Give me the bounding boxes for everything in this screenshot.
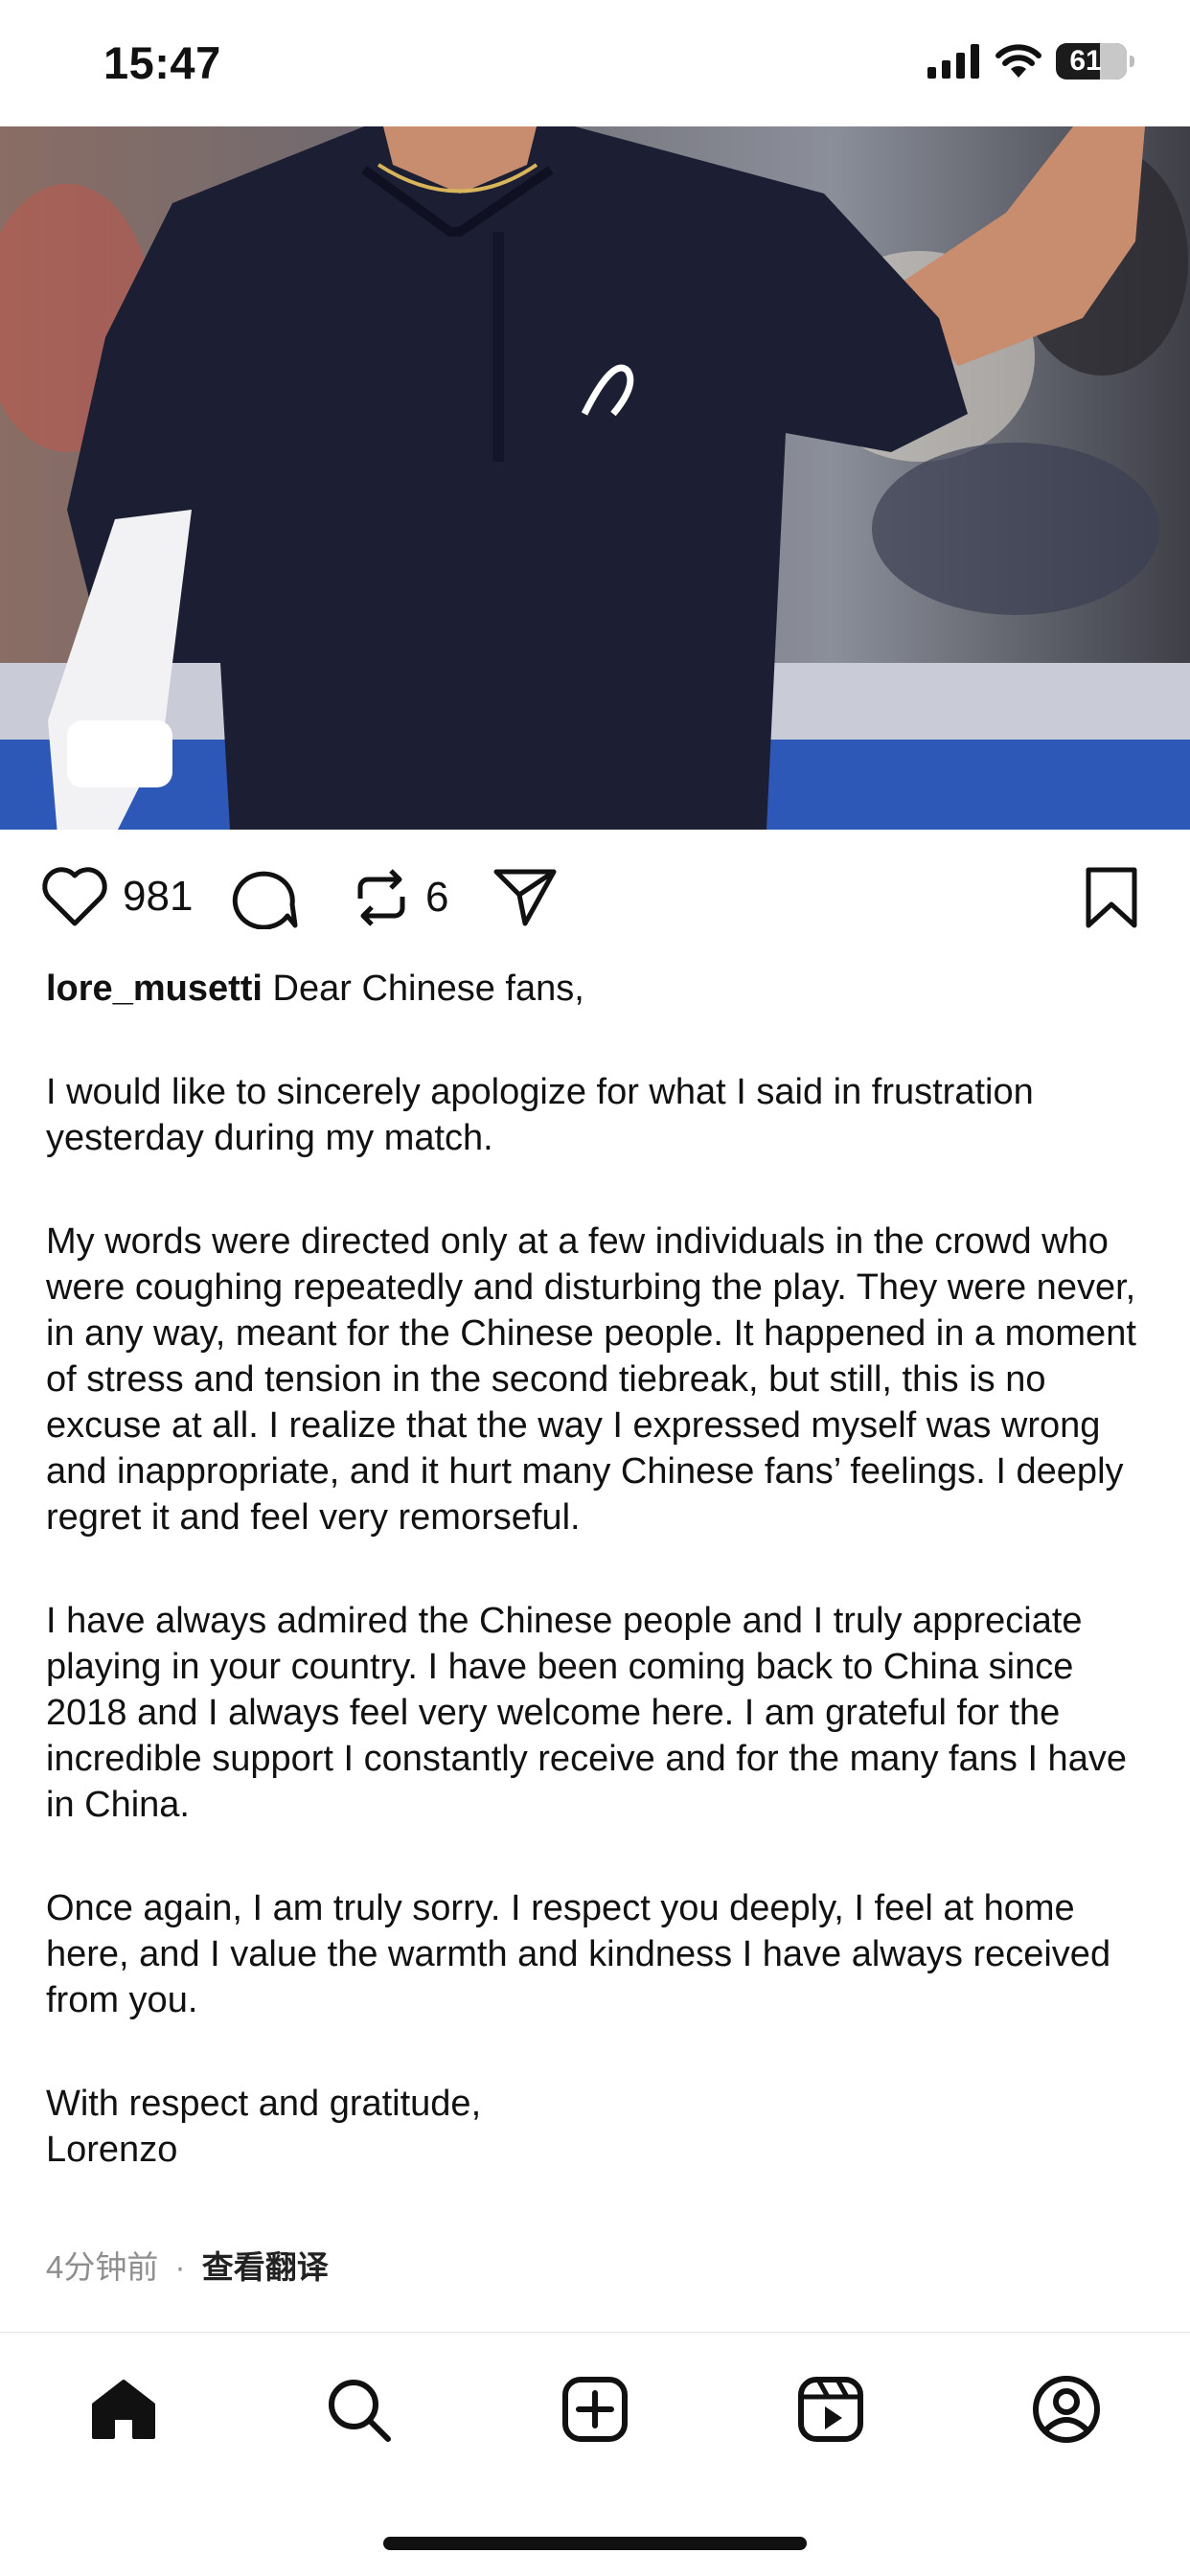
home-icon	[92, 2380, 155, 2439]
post-caption: lore_musetti Dear Chinese fans, I would …	[46, 966, 1148, 2173]
caption-signature: Lorenzo	[46, 2130, 178, 2170]
caption-signoff: With respect and gratitude,	[46, 2084, 482, 2124]
home-indicator[interactable]	[383, 2537, 807, 2550]
heart-icon[interactable]	[40, 866, 109, 927]
like-count[interactable]: 981	[123, 873, 193, 921]
wifi-icon	[995, 44, 1041, 78]
save-group	[1083, 866, 1140, 929]
battery-level: 61	[1069, 45, 1102, 77]
battery-icon: 61	[1056, 43, 1134, 80]
caption-paragraph: Once again, I am truly sorry. I respect …	[46, 1888, 1111, 2020]
post-photo[interactable]	[0, 126, 1190, 830]
tab-profile[interactable]	[1028, 2371, 1105, 2448]
status-icons: 61	[927, 42, 1134, 80]
tab-reels[interactable]	[792, 2371, 869, 2448]
post-username[interactable]: lore_musetti	[46, 969, 263, 1009]
search-icon	[329, 2380, 391, 2442]
like-group: 981	[40, 866, 193, 927]
caption-paragraph: I have always admired the Chinese people…	[46, 1601, 1127, 1825]
share-group	[492, 866, 560, 929]
send-icon[interactable]	[492, 866, 560, 929]
repost-group: 6	[351, 866, 448, 929]
post-time: 4分钟前	[46, 2249, 159, 2285]
tab-search[interactable]	[320, 2371, 397, 2448]
post-image	[0, 126, 1190, 830]
create-icon	[562, 2377, 628, 2442]
bookmark-icon[interactable]	[1083, 866, 1140, 929]
reels-icon	[798, 2377, 863, 2442]
action-bar: 981 6	[0, 843, 1190, 948]
caption-lead: Dear Chinese fans,	[272, 969, 584, 1009]
tab-create[interactable]	[557, 2371, 633, 2448]
comment-group	[232, 866, 299, 929]
status-time: 15:47	[103, 37, 221, 88]
post-meta: 4分钟前 · 查看翻译	[46, 2242, 329, 2288]
status-bar: 15:47 61	[0, 0, 1190, 126]
caption-paragraph: My words were directed only at a few ind…	[46, 1221, 1136, 1538]
comment-icon[interactable]	[232, 866, 299, 929]
meta-separator: ·	[174, 2249, 186, 2285]
profile-icon	[1033, 2376, 1100, 2443]
repost-count[interactable]: 6	[425, 874, 448, 922]
cellular-signal-icon	[927, 44, 979, 79]
see-translation-link[interactable]: 查看翻译	[202, 2249, 329, 2285]
tab-home[interactable]	[85, 2371, 162, 2448]
repost-icon[interactable]	[351, 866, 412, 929]
caption-paragraph: I would like to sincerely apologize for …	[46, 1072, 1034, 1158]
